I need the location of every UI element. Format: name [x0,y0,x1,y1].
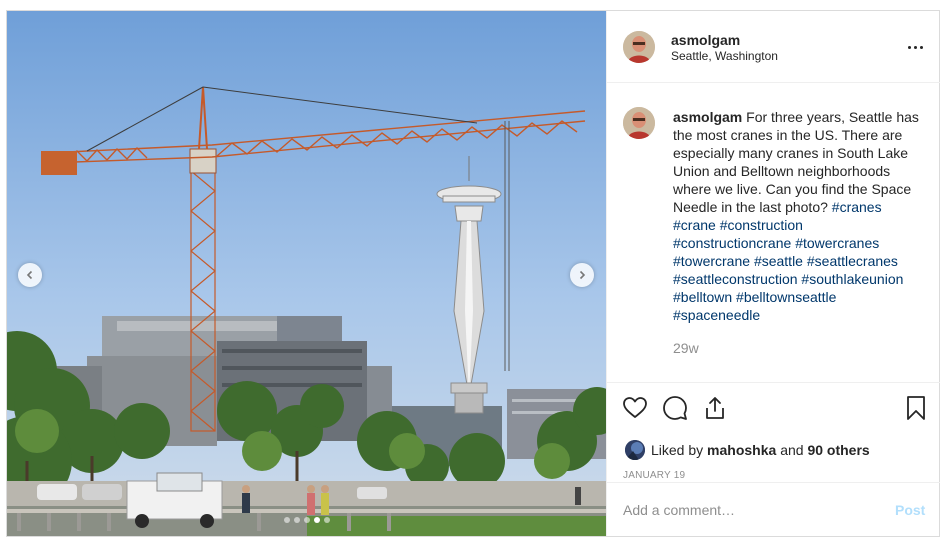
chevron-left-icon [26,270,33,280]
save-button[interactable] [903,395,929,421]
chevron-right-icon [579,270,586,280]
hashtag-link[interactable]: #towercrane [673,253,750,269]
liked-by-and: and [780,442,804,458]
carousel-dot [283,517,290,523]
carousel-dot [313,517,320,523]
seattle-cranes-photo [7,11,606,536]
share-button[interactable] [702,395,728,421]
like-button[interactable] [622,395,648,421]
heart-icon [623,397,647,418]
comment-input[interactable] [623,499,873,521]
avatar[interactable] [623,107,655,139]
hashtag-link[interactable]: #belltownseattle [736,289,836,305]
profile-avatar-image [623,107,655,139]
hashtag-link[interactable]: #belltown [673,289,732,305]
comment-icon [663,396,687,420]
previous-photo-button[interactable] [18,263,42,287]
liked-by-user[interactable]: mahoshka [707,442,776,458]
liked-by-others[interactable]: 90 others [807,442,869,458]
time-ago[interactable]: 29w [673,340,699,356]
comment-button[interactable] [662,395,688,421]
post-photo[interactable] [7,11,606,536]
profile-avatar-image [623,31,655,63]
location-link[interactable]: Seattle, Washington [671,49,778,63]
next-photo-button[interactable] [570,263,594,287]
carousel-dot [293,517,300,523]
post-header: asmolgam Seattle, Washington [607,11,940,83]
carousel-indicator [7,517,606,523]
more-options-button[interactable] [905,37,925,57]
hashtag-link[interactable]: #southlakeunion [801,271,903,287]
hashtag-link[interactable]: #seattlecranes [807,253,898,269]
hashtag-link[interactable]: #constructioncrane [673,235,791,251]
post-caption: asmolgam For three years, Seattle has th… [673,108,923,324]
post-comment-button[interactable]: Post [895,502,925,518]
post-actions: Liked by mahoshka and 90 others JANUARY … [607,382,940,482]
hashtag-list: #cranes #crane #construction #constructi… [673,199,903,323]
liked-by-avatar[interactable] [625,440,645,460]
post-side-panel: asmolgam Seattle, Washington asmolgam Fo… [606,11,940,536]
hashtag-link[interactable]: #construction [720,217,803,233]
avatar[interactable] [623,31,655,63]
post-date[interactable]: JANUARY 19 [623,470,685,481]
share-icon [706,397,724,419]
liker-avatar-image [625,440,645,460]
instagram-post: asmolgam Seattle, Washington asmolgam Fo… [6,10,940,537]
add-comment-section: Post [607,482,940,536]
carousel-dot [323,517,330,523]
hashtag-link[interactable]: #seattleconstruction [673,271,798,287]
hashtag-link[interactable]: #towercranes [795,235,879,251]
hashtag-link[interactable]: #crane [673,217,716,233]
bookmark-icon [907,396,925,420]
carousel-dot [303,517,310,523]
caption-area: asmolgam For three years, Seattle has th… [607,84,940,382]
header-username[interactable]: asmolgam [671,32,740,48]
hashtag-link[interactable]: #spaceneedle [673,307,760,323]
caption-username[interactable]: asmolgam [673,109,742,125]
hashtag-link[interactable]: #seattle [754,253,803,269]
likes-summary: Liked by mahoshka and 90 others [651,442,870,458]
hashtag-link[interactable]: #cranes [832,199,882,215]
more-horizontal-icon [907,45,911,49]
liked-by-prefix: Liked by [651,442,704,458]
